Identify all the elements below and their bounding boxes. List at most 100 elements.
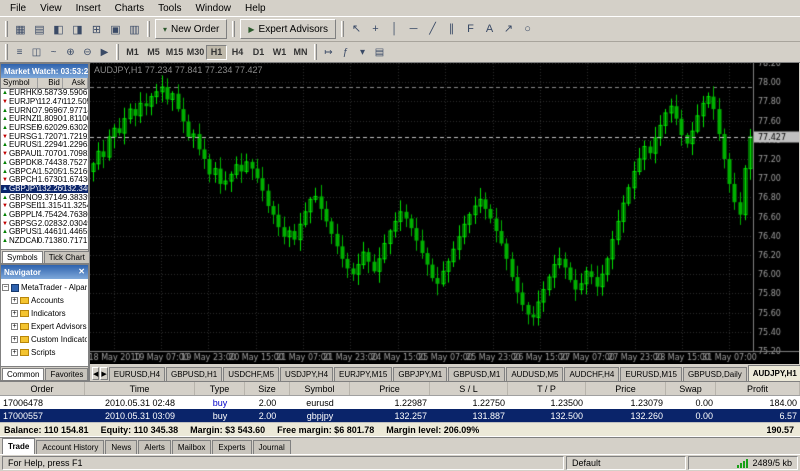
market-watch-row[interactable]: ▲EURSEK9.620209.63020 — [1, 124, 88, 133]
menu-insert[interactable]: Insert — [69, 2, 108, 15]
chart-window[interactable]: AUDJPY,H1 77.234 77.841 77.234 77.427 — [90, 63, 799, 364]
expand-icon[interactable]: + — [11, 336, 18, 343]
terminal-tab-news[interactable]: News — [105, 440, 138, 454]
timeframe-m15-button[interactable]: M15 — [164, 45, 185, 60]
terminal-tab-alerts[interactable]: Alerts — [138, 440, 171, 454]
chart-tabs-scroll-left-icon[interactable]: ◀ — [92, 367, 100, 380]
terminal-column-symbol[interactable]: Symbol — [290, 382, 350, 395]
terminal-column-price[interactable]: Price — [350, 382, 430, 395]
market-watch-row[interactable]: ▲GBPJPY132.260132.340 — [1, 184, 88, 194]
navigator-icon[interactable]: ⊞ — [87, 19, 106, 39]
strategy-tester-icon[interactable]: ▥ — [125, 19, 144, 39]
market-watch-row[interactable]: ▲GBPUSD1.446101.44655 — [1, 228, 88, 237]
candlestick-chart-icon[interactable]: ◫ — [28, 44, 45, 60]
market-watch-row[interactable]: ▼EURJPY112.476112.505 — [1, 98, 88, 107]
navigator-item-custom-indicators[interactable]: + Custom Indicators — [2, 333, 87, 346]
profiles-icon[interactable]: ▤ — [30, 19, 49, 39]
toolbar-grip[interactable] — [5, 21, 8, 37]
market-watch-row[interactable]: ▲EURNZD1.809061.81106 — [1, 115, 88, 124]
tab-common[interactable]: Common — [2, 368, 45, 380]
new-chart-icon[interactable]: ▦ — [11, 19, 30, 39]
tab-favorites[interactable]: Favorites — [45, 368, 89, 380]
market-watch-icon[interactable]: ◧ — [49, 19, 68, 39]
chart-tab-usdchf-m5[interactable]: USDCHF,M5 — [223, 367, 280, 381]
menu-charts[interactable]: Charts — [108, 2, 151, 15]
terminal-tab-trade[interactable]: Trade — [2, 438, 36, 454]
market-watch-row[interactable]: ▲GBPCAD1.520591.52166 — [1, 167, 88, 176]
toolbar-grip[interactable] — [5, 44, 8, 60]
expand-icon[interactable]: + — [11, 323, 18, 330]
toolbar-grip[interactable] — [232, 21, 236, 37]
periods-icon[interactable]: ▾ — [354, 44, 371, 60]
navigator-item-accounts[interactable]: + Accounts — [2, 294, 87, 307]
text-icon[interactable]: A — [480, 19, 500, 39]
terminal-column-order[interactable]: Order — [0, 382, 85, 395]
menu-view[interactable]: View — [33, 2, 69, 15]
market-watch-row[interactable]: ▲EURHKD9.587349.59067 — [1, 89, 88, 98]
expand-icon[interactable]: + — [11, 297, 18, 304]
chart-tab-audjpy-h1[interactable]: AUDJPY,H1 — [747, 365, 800, 381]
terminal-tab-account-history[interactable]: Account History — [36, 440, 105, 454]
order-row[interactable]: 17000557 2010.05.31 03:09 buy 2.00 gbpjpy 132… — [0, 409, 800, 422]
line-chart-icon[interactable]: ~ — [45, 44, 62, 60]
menu-file[interactable]: File — [3, 2, 33, 15]
expand-icon[interactable]: + — [11, 310, 18, 317]
templates-icon[interactable]: ▤ — [371, 44, 388, 60]
close-icon[interactable]: ✕ — [78, 268, 85, 276]
market-watch-row[interactable]: ▼EURSGD1.720791.72192 — [1, 132, 88, 141]
toolbar-grip[interactable] — [341, 21, 345, 37]
trendline-icon[interactable]: ╱ — [423, 19, 443, 39]
shapes-icon[interactable]: ○ — [518, 19, 538, 39]
zoom-in-icon[interactable]: ⊕ — [62, 44, 79, 60]
terminal-column-type[interactable]: Type — [195, 382, 245, 395]
column-symbol[interactable]: Symbol — [1, 78, 38, 88]
status-profile[interactable]: Default — [566, 456, 686, 470]
market-watch-row[interactable]: ▲GBPPLN4.754204.76380 — [1, 211, 88, 220]
horizontal-line-icon[interactable]: ─ — [404, 19, 424, 39]
market-watch-row[interactable]: ▼GBPAUD1.707061.70982 — [1, 150, 88, 159]
bar-chart-icon[interactable]: ≡ — [11, 44, 28, 60]
vertical-line-icon[interactable]: │ — [385, 19, 405, 39]
terminal-column-tp[interactable]: T / P — [508, 382, 586, 395]
toolbar-grip[interactable] — [116, 44, 119, 60]
column-ask[interactable]: Ask — [63, 78, 88, 88]
chart-tab-eurusd-m15[interactable]: EURUSD,M15 — [620, 367, 682, 381]
chart-tab-gbpusd-h1[interactable]: GBPUSD,H1 — [166, 367, 223, 381]
chart-tab-usdjpy-h4[interactable]: USDJPY,H4 — [280, 367, 334, 381]
data-window-icon[interactable]: ◨ — [68, 19, 87, 39]
tab-symbols[interactable]: Symbols — [2, 251, 43, 263]
market-watch-row[interactable]: ▼GBPSEK11.315411.3254 — [1, 202, 88, 211]
terminal-column-profit[interactable]: Profit — [716, 382, 800, 395]
terminal-column-time[interactable]: Time — [85, 382, 195, 395]
market-watch-row[interactable]: ▼GBPSGD2.028342.03049 — [1, 219, 88, 228]
timeframe-m1-button[interactable]: M1 — [122, 45, 143, 60]
timeframe-d1-button[interactable]: D1 — [248, 45, 269, 60]
arrows-icon[interactable]: ↗ — [499, 19, 519, 39]
menu-tools[interactable]: Tools — [151, 2, 188, 15]
navigator-item-indicators[interactable]: + Indicators — [2, 307, 87, 320]
chart-canvas[interactable] — [90, 63, 799, 364]
chart-tab-gbpusd-daily[interactable]: GBPUSD,Daily — [682, 367, 747, 381]
terminal-column-size[interactable]: Size — [245, 382, 290, 395]
timeframe-h4-button[interactable]: H4 — [227, 45, 248, 60]
terminal-tab-journal[interactable]: Journal — [252, 440, 291, 454]
navigator-titlebar[interactable]: Navigator ✕ — [1, 265, 88, 279]
timeframe-mn-button[interactable]: MN — [290, 45, 311, 60]
timeframe-w1-button[interactable]: W1 — [269, 45, 290, 60]
market-watch-row[interactable]: ▲GBPNOK9.371409.38339 — [1, 193, 88, 202]
timeframe-m30-button[interactable]: M30 — [185, 45, 206, 60]
navigator-item-scripts[interactable]: + Scripts — [2, 346, 87, 359]
new-order-button[interactable]: ▾ New Order — [155, 19, 228, 39]
chart-tab-audchf-h4[interactable]: AUDCHF,H4 — [564, 367, 620, 381]
terminal-column-price[interactable]: Price — [586, 382, 666, 395]
indicators-icon[interactable]: ƒ — [337, 44, 354, 60]
timeframe-h1-button[interactable]: H1 — [206, 44, 227, 60]
market-watch-row[interactable]: ▼GBPCHF1.673081.67430 — [1, 176, 88, 185]
market-watch-row[interactable]: ▲NZDCAD0.713870.71717 — [1, 237, 88, 246]
market-watch-row[interactable]: ▲EURNOK7.969657.97714 — [1, 106, 88, 115]
navigator-item-expert-advisors[interactable]: + Expert Advisors — [2, 320, 87, 333]
chart-tab-eurjpy-m15[interactable]: EURJPY,M15 — [334, 367, 393, 381]
terminal-column-sl[interactable]: S / L — [430, 382, 508, 395]
expand-icon[interactable]: + — [11, 349, 18, 356]
order-row[interactable]: 17006478 2010.05.31 02:48 buy 2.00 eurusd 1.2… — [0, 396, 800, 409]
